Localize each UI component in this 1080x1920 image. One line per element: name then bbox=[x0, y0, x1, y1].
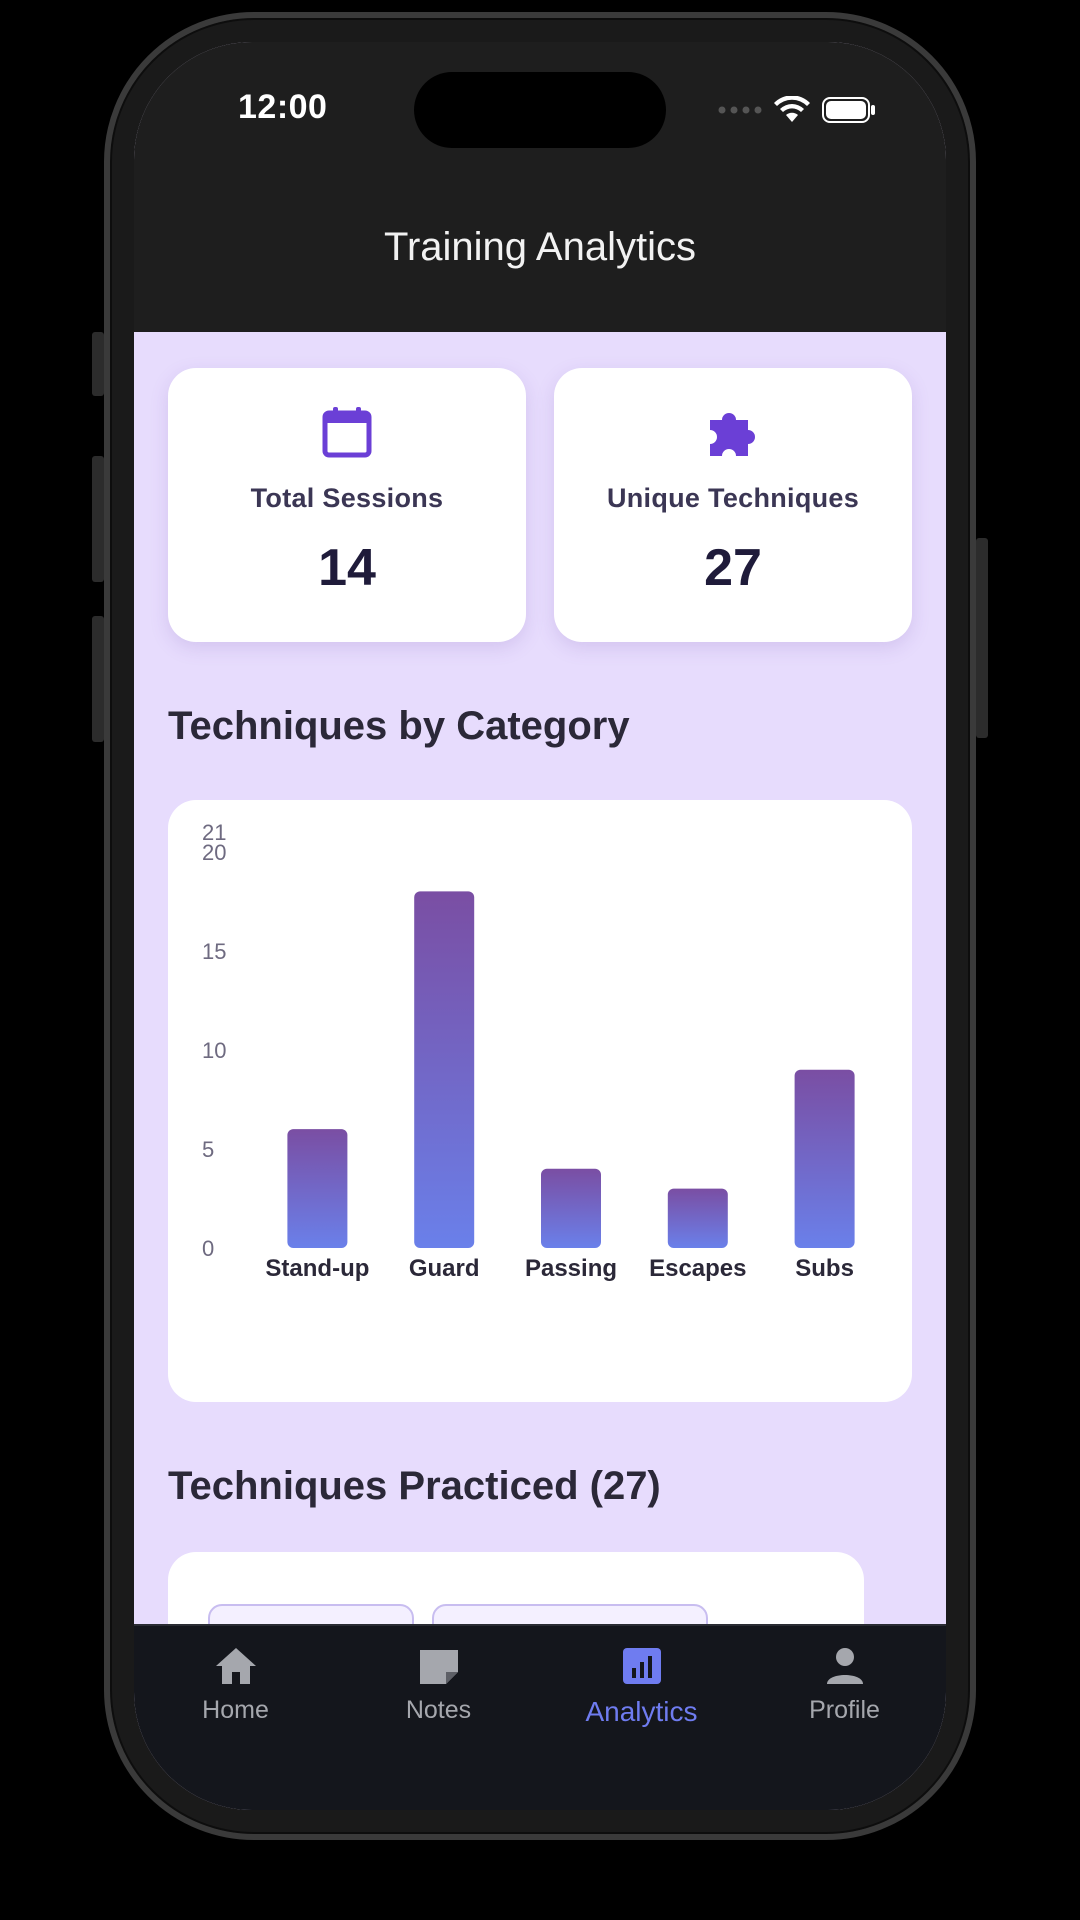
home-icon bbox=[215, 1648, 256, 1684]
x-category-label: Passing bbox=[525, 1255, 617, 1282]
bottom-tab-bar: Home Notes Analytics Profile bbox=[134, 1624, 946, 1810]
notes-icon bbox=[419, 1650, 458, 1684]
total-sessions-card: Total Sessions 14 bbox=[168, 368, 526, 642]
x-category-label: Escapes bbox=[649, 1255, 746, 1282]
unique-techniques-card: Unique Techniques 27 bbox=[554, 368, 912, 642]
stat-value: 27 bbox=[704, 539, 762, 597]
volume-down-button bbox=[92, 616, 104, 742]
tab-profile[interactable]: Profile bbox=[743, 1646, 946, 1725]
y-tick-label: 5 bbox=[202, 1137, 214, 1162]
bar-stand-up[interactable] bbox=[287, 1129, 348, 1248]
tab-label: Profile bbox=[809, 1696, 880, 1724]
section-title-practiced: Techniques Practiced (27) bbox=[168, 1464, 661, 1508]
tab-label: Notes bbox=[405, 1696, 472, 1724]
stat-label: Unique Techniques bbox=[606, 483, 860, 513]
dynamic-island bbox=[414, 72, 666, 148]
calendar-icon bbox=[322, 406, 372, 463]
stat-value: 14 bbox=[318, 539, 376, 597]
y-tick-label: 10 bbox=[202, 1038, 226, 1063]
signal-icon bbox=[718, 106, 762, 114]
category-bar-chart: 0510152021 Stand-up Guard Passing Escapes Su… bbox=[202, 820, 855, 1282]
screen: 12:00 Training Analytics Total Sessions … bbox=[134, 42, 946, 1810]
x-category-label: Subs bbox=[795, 1255, 854, 1282]
stat-label: Total Sessions bbox=[250, 483, 444, 513]
page-title: Training Analytics bbox=[384, 224, 696, 269]
battery-icon bbox=[822, 97, 875, 123]
app-bar: Training Analytics bbox=[134, 192, 946, 332]
bar-guard[interactable] bbox=[414, 891, 475, 1248]
bar-subs[interactable] bbox=[794, 1069, 855, 1248]
y-tick-label: 21 bbox=[202, 820, 226, 845]
bar-escapes[interactable] bbox=[667, 1188, 728, 1248]
status-bar: 12:00 bbox=[134, 42, 946, 192]
tab-label: Analytics bbox=[585, 1696, 698, 1727]
tab-label: Home bbox=[202, 1696, 269, 1724]
tab-home[interactable]: Home bbox=[134, 1646, 337, 1725]
y-tick-label: 15 bbox=[202, 939, 226, 964]
tab-notes[interactable]: Notes bbox=[337, 1646, 540, 1725]
y-tick-label: 0 bbox=[202, 1236, 214, 1261]
x-category-label: Stand-up bbox=[265, 1255, 369, 1282]
category-chart-card: 0 5 10 15 20 21 Stand-up Guard Passing Escapes Su… bbox=[168, 800, 912, 1402]
status-time: 12:00 bbox=[238, 88, 328, 126]
tab-analytics[interactable]: Analytics bbox=[540, 1646, 743, 1728]
volume-up-button bbox=[92, 456, 104, 582]
analytics-content[interactable]: Total Sessions 14 Unique Techniques 27 T… bbox=[134, 332, 946, 1672]
power-button bbox=[976, 538, 988, 738]
x-category-label: Guard bbox=[409, 1255, 480, 1282]
profile-icon bbox=[826, 1648, 863, 1684]
analytics-icon bbox=[622, 1648, 661, 1684]
puzzle-icon bbox=[706, 406, 760, 463]
mute-switch bbox=[92, 332, 104, 396]
wifi-icon bbox=[774, 96, 810, 122]
section-title-category: Techniques by Category bbox=[168, 704, 630, 748]
status-icons bbox=[718, 96, 876, 124]
bar-passing[interactable] bbox=[541, 1168, 601, 1248]
